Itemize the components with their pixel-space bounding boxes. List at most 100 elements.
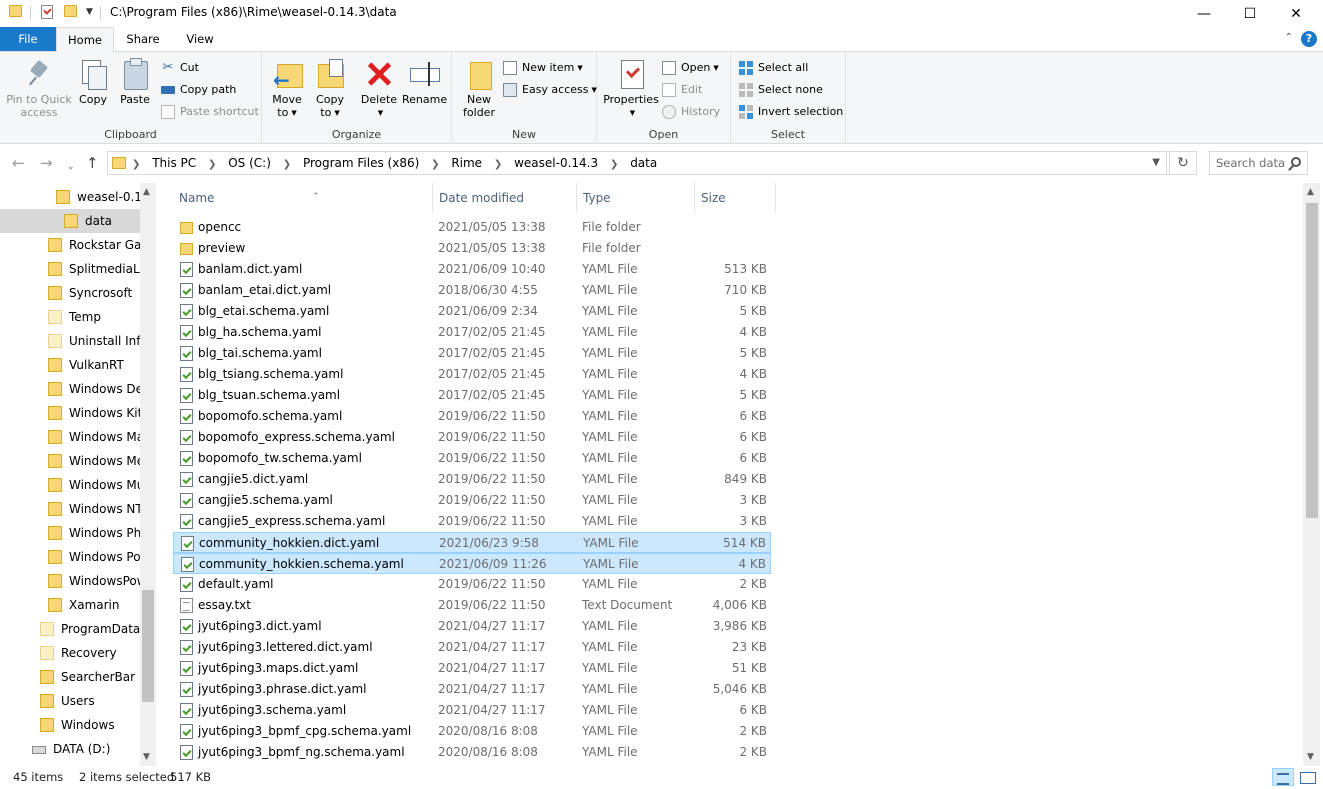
nav-item[interactable]: Temp <box>0 305 140 329</box>
new-folder-icon[interactable] <box>64 5 77 17</box>
crumb-weasel[interactable]: weasel-0.14.3 <box>514 156 598 170</box>
file-row[interactable]: banlam_etai.dict.yaml 2018/06/30 4:55 YAML… <box>173 280 771 301</box>
file-row[interactable]: cangjie5_express.schema.yaml 2019/06/22 1… <box>173 511 771 532</box>
collapse-ribbon-chevron-icon[interactable]: ⌃ <box>1285 32 1293 43</box>
nav-item[interactable]: Windows NT <box>0 497 140 521</box>
file-row[interactable]: jyut6ping3.maps.dict.yaml 2021/04/27 11:1… <box>173 658 771 679</box>
paste-shortcut-button[interactable]: Paste shortcut <box>161 103 259 121</box>
file-row[interactable]: cangjie5.dict.yaml 2019/06/22 11:50 YAML F… <box>173 469 771 490</box>
details-view-icon[interactable] <box>1272 768 1294 786</box>
nav-item[interactable]: VulkanRT <box>0 353 140 377</box>
chevron-right-icon[interactable]: ❯ <box>431 159 439 170</box>
tab-share[interactable]: Share <box>114 27 172 52</box>
chevron-right-icon[interactable]: ❯ <box>132 159 140 170</box>
edit-button[interactable]: Edit <box>662 81 702 99</box>
tab-view[interactable]: View <box>172 27 228 52</box>
new-item-button[interactable]: New item ▼ <box>503 59 583 77</box>
customize-toolbar-chevron-icon[interactable]: ▼ <box>86 7 93 17</box>
minimize-button[interactable]: — <box>1181 0 1227 27</box>
nav-item[interactable]: Windows <box>0 713 140 737</box>
nav-item[interactable]: Xamarin <box>0 593 140 617</box>
search-icon[interactable] <box>1291 157 1301 167</box>
nav-item[interactable]: Windows Kits <box>0 401 140 425</box>
scrollbar-thumb[interactable] <box>142 590 154 702</box>
chevron-right-icon[interactable]: ❯ <box>494 159 502 170</box>
new-folder-button[interactable]: New folder <box>460 58 498 119</box>
move-to-button[interactable]: Move to▼ <box>269 58 305 120</box>
file-row[interactable]: essay.txt 2019/06/22 11:50 Text Document 4,… <box>173 595 771 616</box>
large-icons-view-icon[interactable] <box>1296 768 1318 786</box>
delete-button[interactable]: Delete ▼ <box>359 58 399 120</box>
chevron-right-icon[interactable]: ❯ <box>610 159 618 170</box>
nav-item[interactable]: Windows Me <box>0 449 140 473</box>
file-row[interactable]: jyut6ping3.phrase.dict.yaml 2021/04/27 11… <box>173 679 771 700</box>
properties-icon[interactable] <box>41 5 53 19</box>
search-box[interactable] <box>1209 151 1308 175</box>
crumb-os-c[interactable]: OS (C:) <box>228 156 271 170</box>
chevron-right-icon[interactable]: ❯ <box>208 159 216 170</box>
tab-file[interactable]: File <box>0 27 56 52</box>
file-row[interactable]: opencc 2021/05/05 13:38 File folder <box>173 217 771 238</box>
up-arrow-icon[interactable]: ↑ <box>86 154 99 172</box>
file-row[interactable]: banlam.dict.yaml 2021/06/09 10:40 YAML Fil… <box>173 259 771 280</box>
column-header-name[interactable]: Name ⌃ <box>173 183 433 213</box>
nav-item[interactable]: Users <box>0 689 140 713</box>
nav-item[interactable]: weasel-0.14 <box>0 185 140 209</box>
history-button[interactable]: History <box>662 103 720 121</box>
paste-button[interactable]: Paste <box>118 58 152 106</box>
crumb-rime[interactable]: Rime <box>451 156 482 170</box>
file-row[interactable]: default.yaml 2019/06/22 11:50 YAML File 2 K… <box>173 574 771 595</box>
file-row[interactable]: jyut6ping3.dict.yaml 2021/04/27 11:17 YAML… <box>173 616 771 637</box>
file-row[interactable]: blg_ha.schema.yaml 2017/02/05 21:45 YAML F… <box>173 322 771 343</box>
nav-item[interactable]: WindowsPow <box>0 569 140 593</box>
help-icon[interactable]: ? <box>1301 31 1317 47</box>
nav-item[interactable]: Rockstar Gam <box>0 233 140 257</box>
copy-path-button[interactable]: Copy path <box>161 81 236 99</box>
back-arrow-icon[interactable]: ← <box>12 154 25 172</box>
recent-locations-chevron-icon[interactable]: ⌄ <box>67 158 75 176</box>
cut-button[interactable]: ✂ Cut <box>161 59 199 77</box>
chevron-right-icon[interactable]: ❯ <box>283 159 291 170</box>
address-history-chevron-icon[interactable]: ▼ <box>1152 157 1160 168</box>
invert-selection-button[interactable]: Invert selection <box>739 103 843 121</box>
file-row[interactable]: blg_tai.schema.yaml 2017/02/05 21:45 YAML … <box>173 343 771 364</box>
column-header-date[interactable]: Date modified <box>433 183 577 213</box>
nav-item[interactable]: Windows Def <box>0 377 140 401</box>
nav-item[interactable]: Recovery <box>0 641 140 665</box>
nav-item[interactable]: data <box>0 209 140 233</box>
file-row[interactable]: jyut6ping3.lettered.dict.yaml 2021/04/27 … <box>173 637 771 658</box>
column-header-size[interactable]: Size <box>695 183 776 213</box>
file-row[interactable]: blg_tsiang.schema.yaml 2017/02/05 21:45 YA… <box>173 364 771 385</box>
file-row[interactable]: jyut6ping3.schema.yaml 2021/04/27 11:17 YA… <box>173 700 771 721</box>
forward-arrow-icon[interactable]: → <box>40 154 53 172</box>
address-bar[interactable]: ❯ This PC ❯ OS (C:) ❯ Program Files (x86… <box>107 151 1167 175</box>
file-list-scrollbar[interactable]: ▲ ▼ <box>1303 183 1320 766</box>
close-button[interactable]: ✕ <box>1273 0 1319 27</box>
file-row[interactable]: blg_etai.schema.yaml 2021/06/09 2:34 YAML … <box>173 301 771 322</box>
nav-item[interactable]: Syncrosoft <box>0 281 140 305</box>
scroll-down-arrow-icon[interactable]: ▼ <box>1307 752 1314 762</box>
nav-item[interactable]: SplitmediaLal <box>0 257 140 281</box>
column-header-type[interactable]: Type <box>577 183 695 213</box>
copy-to-button[interactable]: Copy to ▼ <box>312 58 348 120</box>
file-row[interactable]: cangjie5.schema.yaml 2019/06/22 11:50 YAML… <box>173 490 771 511</box>
file-row[interactable]: community_hokkien.dict.yaml 2021/06/23 9:… <box>173 532 771 553</box>
file-row[interactable]: jyut6ping3_bpmf_ng.schema.yaml 2020/08/16… <box>173 742 771 763</box>
nav-item[interactable]: Windows Por <box>0 545 140 569</box>
properties-button[interactable]: Properties ▼ <box>603 58 659 120</box>
nav-item[interactable]: Windows Mu <box>0 473 140 497</box>
scroll-down-arrow-icon[interactable]: ▼ <box>143 752 150 762</box>
maximize-button[interactable]: ☐ <box>1227 0 1273 27</box>
crumb-program-files-x86[interactable]: Program Files (x86) <box>303 156 419 170</box>
crumb-this-pc[interactable]: This PC <box>152 156 196 170</box>
scrollbar-thumb[interactable] <box>1306 203 1318 518</box>
easy-access-button[interactable]: Easy access ▼ <box>503 81 597 99</box>
pin-to-quick-access-button[interactable]: Pin to Quick access <box>4 58 74 119</box>
file-row[interactable]: community_hokkien.schema.yaml 2021/06/09 … <box>173 553 771 574</box>
nav-item[interactable]: ProgramData <box>0 617 140 641</box>
scroll-up-arrow-icon[interactable]: ▲ <box>1307 187 1314 197</box>
file-row[interactable]: bopomofo.schema.yaml 2019/06/22 11:50 YAML… <box>173 406 771 427</box>
file-row[interactable]: bopomofo_express.schema.yaml 2019/06/22 1… <box>173 427 771 448</box>
select-none-button[interactable]: Select none <box>739 81 823 99</box>
open-button[interactable]: Open ▼ <box>662 59 719 77</box>
